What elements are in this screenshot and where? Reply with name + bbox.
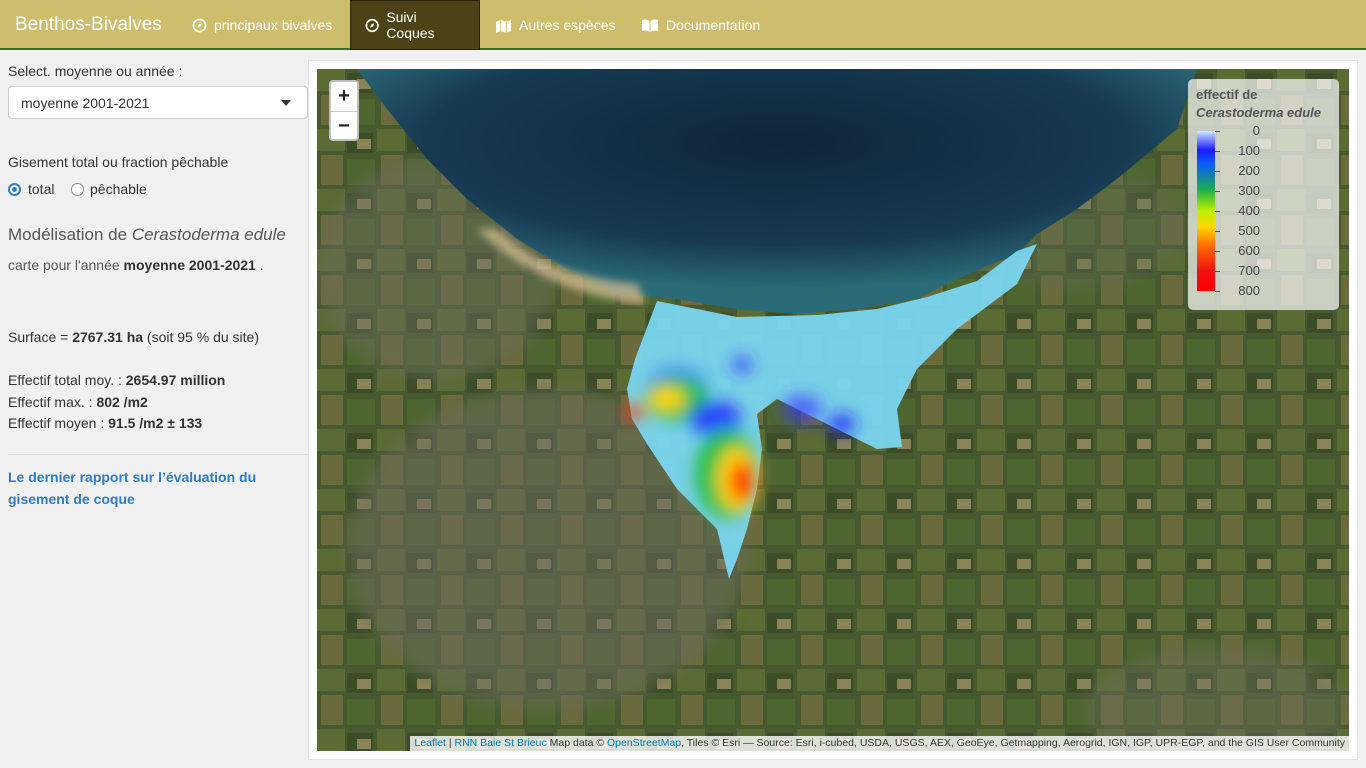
zoom-out-button[interactable]: −: [331, 112, 357, 141]
surface-text: Surface = 2767.31 ha (soit 95 % du site): [8, 329, 259, 345]
surface-suffix: (soit 95 % du site): [143, 329, 259, 345]
rnn-link[interactable]: RNN Baie St Brieuc: [455, 737, 547, 749]
book-open-icon: [642, 18, 658, 32]
legend-tick-label: 700: [1238, 263, 1260, 278]
map-attribution: Leaflet | RNN Baie St Brieuc Map data © …: [410, 736, 1349, 751]
select-label: Select. moyenne ou année :: [8, 63, 183, 79]
stat-max: Effectif max. : 802 /m2: [8, 394, 148, 410]
radio-total-label[interactable]: total: [28, 181, 54, 197]
osm-link[interactable]: OpenStreetMap: [607, 737, 681, 749]
tab-autres-especes[interactable]: Autres espèces: [481, 0, 630, 50]
surface-prefix: Surface =: [8, 329, 73, 345]
stat-mean: Effectif moyen : 91.5 /m2 ± 133: [8, 415, 202, 431]
stat-value: 802 /m2: [96, 394, 148, 410]
carte-year: moyenne 2001-2021: [123, 257, 256, 273]
attribution-mapdata: Map data ©: [546, 737, 607, 749]
carte-suffix: .: [255, 257, 264, 273]
attribution-separator: |: [445, 737, 455, 749]
stat-value: 2654.97 million: [125, 372, 226, 388]
model-title: Modélisation de Cerastoderma edule: [8, 225, 286, 245]
surface-value: 2767.31 ha: [72, 329, 144, 345]
tab-label: Documentation: [666, 17, 761, 33]
app-brand[interactable]: Benthos-Bivalves: [15, 14, 162, 36]
zoom-in-button[interactable]: +: [331, 82, 357, 112]
model-title-species: Cerastoderma edule: [131, 225, 286, 244]
legend-tick-label: 600: [1238, 243, 1260, 258]
radio-group-label: Gisement total ou fraction pêchable: [8, 154, 229, 170]
tab-label: Autres espèces: [519, 17, 616, 33]
legend-tick-label: 200: [1238, 163, 1260, 178]
legend-tick-label: 0: [1252, 123, 1260, 138]
attribution-source: , Tiles © Esri — Source: Esri, i-cubed, …: [681, 737, 1345, 749]
map-legend: effectif de Cerastoderma edule 0 100 200 30…: [1188, 79, 1339, 310]
stat-label: Effectif moyen :: [8, 415, 109, 431]
legend-tick-label: 100: [1238, 143, 1260, 158]
report-link[interactable]: Le dernier rapport sur l’évaluation du g…: [8, 466, 298, 510]
stat-value: 91.5 /m2 ± 133: [108, 415, 203, 431]
stat-label: Effectif max. :: [8, 394, 97, 410]
carte-caption: carte pour l'année moyenne 2001-2021 .: [8, 257, 264, 273]
map-icon: [496, 19, 511, 33]
tab-principaux-bivalves[interactable]: principaux bivalves: [178, 0, 346, 50]
leaflet-link[interactable]: Leaflet: [414, 737, 446, 749]
tab-label: Suivi Coques: [386, 9, 435, 41]
navbar: Benthos-Bivalves principaux bivalves Sui…: [0, 0, 1366, 50]
divider: [8, 454, 308, 455]
legend-tick-label: 500: [1238, 223, 1260, 238]
legend-title: effectif de: [1196, 87, 1258, 102]
compass-icon: [365, 18, 379, 32]
zoom-control: + −: [329, 80, 359, 141]
chevron-down-icon: [281, 100, 291, 106]
compass-icon: [192, 18, 207, 32]
stat-label: Effectif total moy. :: [8, 372, 126, 388]
radio-pechable-label[interactable]: pêchable: [90, 181, 147, 197]
legend-tick-label: 800: [1238, 283, 1260, 298]
model-title-prefix: Modélisation de: [8, 225, 132, 244]
radio-pechable[interactable]: [71, 183, 84, 196]
year-select[interactable]: moyenne 2001-2021: [8, 86, 308, 119]
tab-label: principaux bivalves: [214, 17, 333, 33]
carte-prefix: carte pour l'année: [8, 257, 124, 273]
select-value: moyenne 2001-2021: [21, 95, 150, 111]
legend-tick-label: 400: [1238, 203, 1260, 218]
stat-total: Effectif total moy. : 2654.97 million: [8, 372, 225, 388]
tab-documentation[interactable]: Documentation: [627, 0, 774, 50]
radio-total[interactable]: [8, 183, 21, 196]
tab-suivi-coques[interactable]: Suivi Coques: [350, 0, 480, 50]
legend-tick-label: 300: [1238, 183, 1260, 198]
legend-species: Cerastoderma edule: [1196, 105, 1321, 120]
